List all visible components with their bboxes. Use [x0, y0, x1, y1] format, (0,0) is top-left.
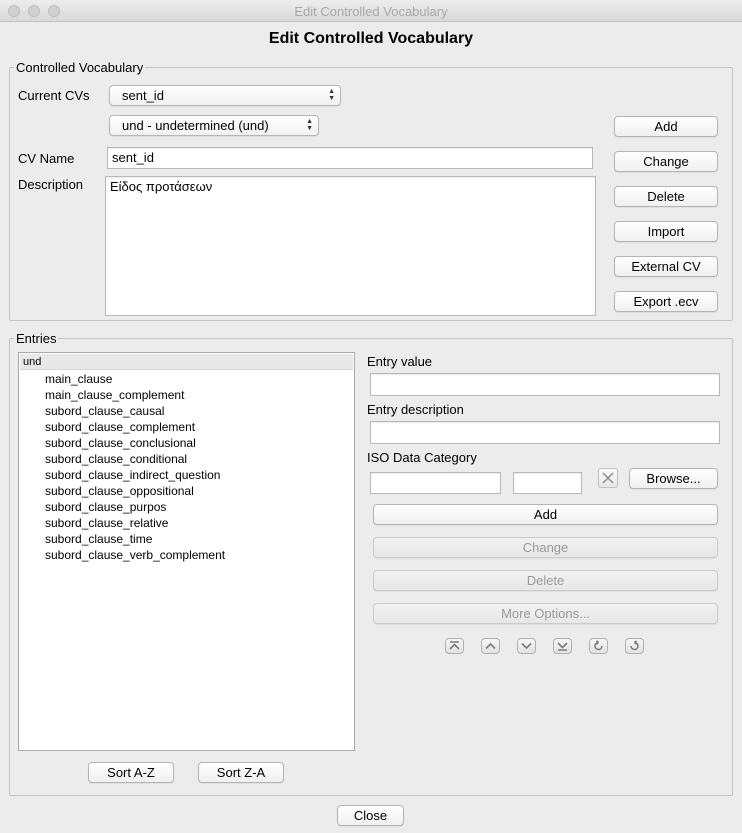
move-to-top-icon[interactable]: [445, 638, 464, 654]
entry-delete-button[interactable]: Delete: [373, 570, 718, 591]
list-item[interactable]: subord_clause_complement: [45, 419, 195, 435]
description-value: Είδος προτάσεων: [110, 179, 213, 194]
move-down-icon[interactable]: [517, 638, 536, 654]
cv-name-field[interactable]: sent_id: [107, 147, 593, 169]
current-cvs-select[interactable]: sent_id ▲ ▼: [109, 85, 341, 106]
move-to-bottom-icon[interactable]: [553, 638, 572, 654]
external-cv-button[interactable]: External CV: [614, 256, 718, 277]
dialog-heading: Edit Controlled Vocabulary: [268, 30, 474, 47]
iso-data-category-label: ISO Data Category: [367, 450, 477, 465]
cv-name-label: CV Name: [18, 151, 75, 166]
cv-add-button[interactable]: Add: [614, 116, 718, 137]
popup-arrows-icon: ▲ ▼: [306, 118, 313, 132]
description-textarea[interactable]: Είδος προτάσεων: [105, 176, 596, 316]
iso-category-field[interactable]: [370, 472, 501, 494]
list-item[interactable]: subord_clause_oppositional: [45, 483, 194, 499]
redo-icon[interactable]: [625, 638, 644, 654]
sort-z-a-button[interactable]: Sort Z-A: [198, 762, 284, 783]
browse-button[interactable]: Browse...: [629, 468, 718, 489]
entry-add-button[interactable]: Add: [373, 504, 718, 525]
current-cvs-label: Current CVs: [18, 88, 90, 103]
undo-icon[interactable]: [589, 638, 608, 654]
controlled-vocabulary-legend: Controlled Vocabulary: [14, 60, 146, 75]
entry-value-label: Entry value: [367, 354, 433, 369]
list-item[interactable]: subord_clause_conclusional: [45, 435, 196, 451]
list-item[interactable]: subord_clause_verb_complement: [45, 547, 225, 563]
list-item[interactable]: main_clause: [45, 371, 112, 387]
cv-change-button[interactable]: Change: [614, 151, 718, 172]
entry-description-label: Entry description: [367, 402, 464, 417]
cv-import-button[interactable]: Import: [614, 221, 718, 242]
list-item[interactable]: subord_clause_time: [45, 531, 152, 547]
cv-delete-button[interactable]: Delete: [614, 186, 718, 207]
close-button[interactable]: Close: [337, 805, 404, 826]
sort-a-z-button[interactable]: Sort A-Z: [88, 762, 174, 783]
more-options-button[interactable]: More Options...: [373, 603, 718, 624]
entries-list-header: und: [20, 354, 353, 370]
list-item[interactable]: subord_clause_indirect_question: [45, 467, 220, 483]
window-title: Edit Controlled Vocabulary: [294, 4, 448, 19]
list-item[interactable]: subord_clause_relative: [45, 515, 168, 531]
list-item[interactable]: subord_clause_purpos: [45, 499, 166, 515]
current-cvs-value: sent_id: [122, 88, 164, 103]
list-item[interactable]: main_clause_complement: [45, 387, 184, 403]
entries-list[interactable]: und main_clause main_clause_complement s…: [18, 352, 355, 751]
clear-icon[interactable]: [598, 468, 618, 488]
description-label: Description: [18, 177, 84, 192]
entry-description-field[interactable]: [370, 421, 720, 444]
language-value: und - undetermined (und): [122, 118, 269, 133]
list-item[interactable]: subord_clause_causal: [45, 403, 164, 419]
entries-legend: Entries: [14, 331, 59, 346]
entry-change-button[interactable]: Change: [373, 537, 718, 558]
list-item[interactable]: subord_clause_conditional: [45, 451, 187, 467]
language-select[interactable]: und - undetermined (und) ▲ ▼: [109, 115, 319, 136]
entry-value-field[interactable]: [370, 373, 720, 396]
export-ecv-button[interactable]: Export .ecv: [614, 291, 718, 312]
cv-name-value: sent_id: [112, 150, 154, 165]
popup-arrows-icon: ▲ ▼: [328, 88, 335, 102]
move-up-icon[interactable]: [481, 638, 500, 654]
iso-category-id-field[interactable]: [513, 472, 582, 494]
window-titlebar: Edit Controlled Vocabulary: [0, 0, 742, 22]
